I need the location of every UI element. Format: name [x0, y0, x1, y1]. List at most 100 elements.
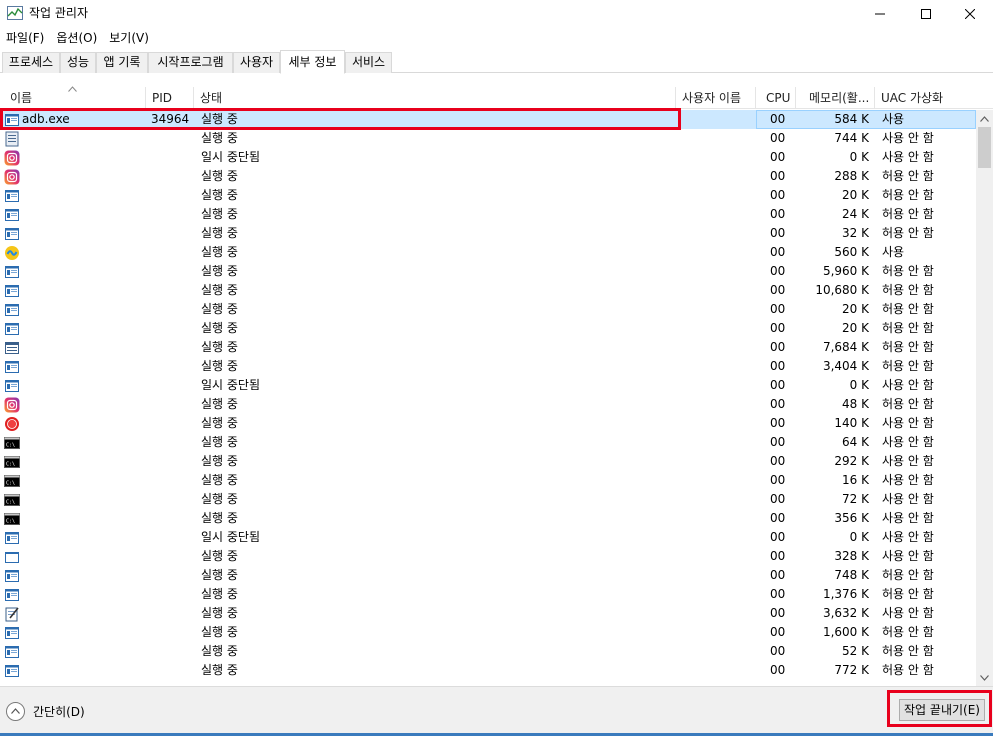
process-user-name — [681, 243, 753, 262]
process-name — [22, 243, 144, 262]
process-row[interactable]: C:\ 실행 중 00 356 K 사용 안 함 — [0, 509, 976, 528]
process-row[interactable]: 실행 중 00 560 K 사용 — [0, 243, 976, 262]
close-button[interactable] — [947, 0, 993, 28]
process-name — [22, 642, 144, 661]
process-row[interactable]: 실행 중 00 772 K 허용 안 함 — [0, 661, 976, 680]
process-row[interactable]: 실행 중 00 20 K 허용 안 함 — [0, 319, 976, 338]
process-row[interactable]: 실행 중 00 3,404 K 허용 안 함 — [0, 357, 976, 376]
process-row[interactable]: 실행 중 00 328 K 사용 안 함 — [0, 547, 976, 566]
process-user-name — [681, 186, 753, 205]
tab-processes[interactable]: 프로세스 — [2, 52, 60, 73]
process-user-name — [681, 528, 753, 547]
process-pid — [151, 528, 193, 547]
column-user-name[interactable]: 사용자 이름 — [676, 87, 756, 109]
process-pid — [151, 452, 193, 471]
process-row[interactable]: 일시 중단됨 00 0 K 사용 안 함 — [0, 148, 976, 167]
vertical-scrollbar[interactable] — [976, 110, 993, 686]
column-pid[interactable]: PID — [146, 87, 194, 109]
process-row[interactable]: 실행 중 00 3,632 K 사용 안 함 — [0, 604, 976, 623]
process-row[interactable]: 실행 중 00 52 K 허용 안 함 — [0, 642, 976, 661]
process-memory: 0 K — [849, 378, 869, 392]
tab-startup[interactable]: 시작프로그램 — [148, 52, 233, 73]
process-row[interactable]: 일시 중단됨 00 0 K 사용 안 함 — [0, 528, 976, 547]
chevron-up-icon — [980, 115, 989, 122]
process-row[interactable]: 실행 중 00 48 K 허용 안 함 — [0, 395, 976, 414]
process-row[interactable]: 실행 중 00 7,684 K 허용 안 함 — [0, 338, 976, 357]
process-pid — [151, 167, 193, 186]
column-cpu[interactable]: CPU — [756, 87, 796, 109]
process-row[interactable]: 일시 중단됨 00 0 K 사용 안 함 — [0, 376, 976, 395]
tab-details[interactable]: 세부 정보 — [280, 50, 345, 74]
scroll-thumb[interactable] — [978, 127, 991, 168]
tab-app-history[interactable]: 앱 기록 — [96, 52, 148, 73]
scroll-up-button[interactable] — [976, 110, 993, 127]
list-window-icon — [4, 340, 20, 356]
process-pid — [151, 566, 193, 585]
process-cpu: 00 — [770, 321, 786, 335]
process-cpu: 00 — [770, 150, 786, 164]
process-user-name — [681, 167, 753, 186]
column-header-row: 이름 PID 상태 사용자 이름 CPU 메모리(활... UAC 가상화 — [0, 87, 993, 109]
process-row[interactable]: 실행 중 00 744 K 사용 안 함 — [0, 129, 976, 148]
end-task-button[interactable]: 작업 끝내기(E) — [899, 699, 985, 721]
menu-file[interactable]: 파일(F) — [0, 28, 50, 48]
process-row[interactable]: 실행 중 00 1,376 K 허용 안 함 — [0, 585, 976, 604]
menu-options[interactable]: 옵션(O) — [50, 28, 103, 48]
process-row[interactable]: 실행 중 00 20 K 허용 안 함 — [0, 186, 976, 205]
process-status: 실행 중 — [201, 264, 238, 278]
process-status: 실행 중 — [201, 112, 238, 126]
app-window-icon — [4, 663, 20, 679]
process-name — [22, 186, 144, 205]
process-pid — [151, 433, 193, 452]
process-status: 실행 중 — [201, 321, 238, 335]
process-status: 실행 중 — [201, 492, 238, 506]
app-window-icon — [4, 302, 20, 318]
process-pid — [151, 471, 193, 490]
process-row[interactable]: 실행 중 00 5,960 K 허용 안 함 — [0, 262, 976, 281]
process-row[interactable]: C:\ 실행 중 00 64 K 사용 안 함 — [0, 433, 976, 452]
column-status[interactable]: 상태 — [194, 87, 676, 109]
process-pid — [151, 262, 193, 281]
process-pid — [151, 205, 193, 224]
title-bar: 작업 관리자 — [0, 0, 993, 28]
process-name — [22, 604, 144, 623]
process-cpu: 00 — [770, 131, 786, 145]
process-row[interactable]: 실행 중 00 24 K 허용 안 함 — [0, 205, 976, 224]
process-name — [22, 547, 144, 566]
process-cpu: 00 — [770, 492, 786, 506]
process-cpu: 00 — [770, 169, 786, 183]
process-memory: 0 K — [849, 150, 869, 164]
tab-services[interactable]: 서비스 — [345, 52, 392, 73]
process-cpu: 00 — [770, 397, 786, 411]
process-row[interactable]: 실행 중 00 140 K 사용 안 함 — [0, 414, 976, 433]
column-name[interactable]: 이름 — [0, 87, 146, 109]
process-row[interactable]: 실행 중 00 20 K 허용 안 함 — [0, 300, 976, 319]
close-icon — [965, 9, 975, 19]
maximize-button[interactable] — [903, 0, 949, 28]
process-pid — [151, 642, 193, 661]
process-row[interactable]: C:\ 실행 중 00 16 K 사용 안 함 — [0, 471, 976, 490]
process-uac: 사용 안 함 — [882, 131, 934, 145]
menu-view[interactable]: 보기(V) — [103, 28, 155, 48]
process-row[interactable]: adb.exe 34964 실행 중 00 584 K 사용 — [0, 110, 976, 129]
process-row[interactable]: C:\ 실행 중 00 72 K 사용 안 함 — [0, 490, 976, 509]
column-memory[interactable]: 메모리(활... — [796, 87, 875, 109]
tab-users[interactable]: 사용자 — [233, 52, 280, 73]
process-row[interactable]: 실행 중 00 32 K 허용 안 함 — [0, 224, 976, 243]
process-status: 실행 중 — [201, 454, 238, 468]
process-row[interactable]: 실행 중 00 288 K 허용 안 함 — [0, 167, 976, 186]
process-memory: 560 K — [834, 245, 869, 259]
process-row[interactable]: C:\ 실행 중 00 292 K 사용 안 함 — [0, 452, 976, 471]
minimize-button[interactable] — [857, 0, 903, 28]
task-manager-icon — [7, 6, 23, 20]
process-row[interactable]: 실행 중 00 10,680 K 허용 안 함 — [0, 281, 976, 300]
tab-performance[interactable]: 성능 — [60, 52, 96, 73]
process-name — [22, 433, 144, 452]
process-name — [22, 509, 144, 528]
process-row[interactable]: 실행 중 00 748 K 허용 안 함 — [0, 566, 976, 585]
fewer-details-button[interactable]: 간단히(D) — [6, 700, 85, 722]
process-cpu: 00 — [770, 530, 786, 544]
column-uac-virtualization[interactable]: UAC 가상화 — [875, 87, 976, 109]
scroll-down-button[interactable] — [976, 669, 993, 686]
process-row[interactable]: 실행 중 00 1,600 K 허용 안 함 — [0, 623, 976, 642]
